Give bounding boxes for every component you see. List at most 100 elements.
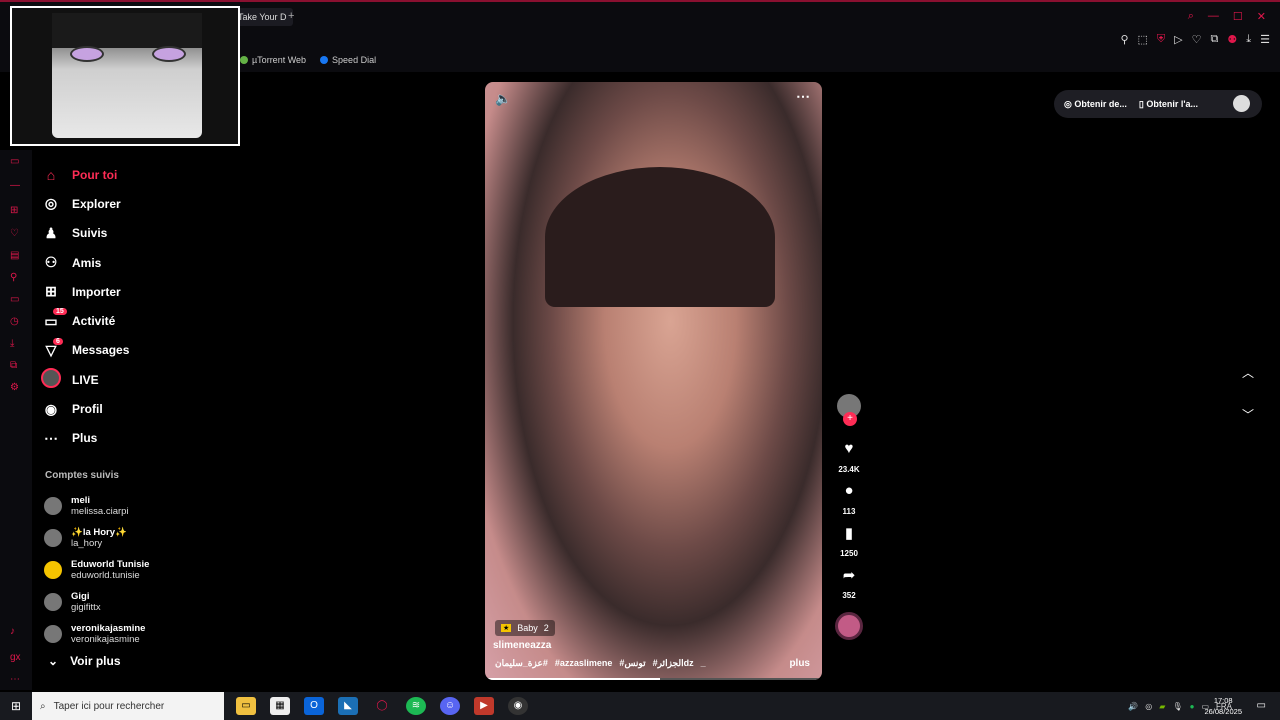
video-player[interactable]: 🔈 ⋯ ★ Baby 2 slimeneazza عزة_سليمان# #az…	[485, 82, 822, 680]
file-explorer-icon[interactable]: ▭	[236, 697, 256, 715]
nav-item-friends[interactable]: ⚇ Amis	[40, 248, 230, 277]
nav-item-more[interactable]: ⋯ Plus	[40, 424, 230, 453]
outlook-icon[interactable]: O	[304, 697, 324, 715]
download-icon[interactable]: ⤓	[10, 338, 14, 349]
obs-icon[interactable]: ◉	[508, 697, 528, 715]
pin-icon[interactable]: ⚲	[10, 272, 17, 283]
profile-icon: ◉	[44, 400, 58, 417]
account-user: melissa.ciarpi	[71, 506, 129, 517]
hashtag[interactable]: _	[701, 658, 706, 669]
save-action[interactable]: ▮ 1250	[832, 524, 866, 558]
hashtag[interactable]: #تونس	[619, 658, 645, 669]
like-action[interactable]: ♥ 23.4K	[832, 440, 866, 474]
calculator-icon[interactable]: ▦	[270, 697, 290, 715]
bookmark-speed-dial[interactable]: Speed Dial	[320, 55, 376, 65]
followed-account[interactable]: ✨la Hory✨ la_hory	[44, 522, 234, 554]
share-icon: ➦	[842, 567, 856, 584]
nav-item-upload[interactable]: ⊞ Importer	[40, 277, 230, 306]
see-more-button[interactable]: ⌄ Voir plus	[48, 654, 121, 668]
play-icon[interactable]: ▷	[1174, 33, 1182, 46]
avatar	[44, 561, 62, 579]
menu-icon[interactable]: ☰	[1260, 33, 1270, 46]
spotify-icon[interactable]: ≋	[406, 697, 426, 715]
news-icon[interactable]: ▤	[10, 250, 19, 261]
steam-icon[interactable]: ◎	[1145, 702, 1152, 711]
date: 26/08/2025	[1204, 707, 1242, 716]
more-options-icon[interactable]: ⋯	[796, 88, 810, 105]
action-bar: + ♥ 23.4K ● 113 ▮ 1250 ➦ 352	[832, 394, 866, 640]
notification-icon[interactable]: ▭	[1257, 700, 1266, 711]
account-name: Eduworld Tunisie	[71, 559, 150, 570]
vs-code-icon[interactable]: ◣	[338, 697, 358, 715]
grid-icon[interactable]: ⊞	[10, 205, 18, 216]
pin-icon[interactable]: ⚲	[1120, 33, 1128, 46]
music-tag[interactable]: ★ Baby 2	[495, 620, 555, 636]
clock[interactable]: 17:08 26/08/2025	[1204, 695, 1242, 717]
history-icon[interactable]: ◷	[10, 316, 19, 327]
volume-icon[interactable]: 🔈	[495, 91, 511, 107]
snapshot-icon[interactable]: ⬚	[1138, 33, 1148, 46]
windows-start-icon[interactable]: ⊞	[0, 699, 32, 713]
tiktok-icon[interactable]: ♪	[10, 626, 15, 637]
nav-item-activity[interactable]: ▭ 15 Activité	[40, 306, 230, 335]
comment-action[interactable]: ● 113	[832, 482, 866, 516]
search-icon[interactable]: ⌕	[1188, 10, 1194, 23]
mic-icon[interactable]: 🎙	[1172, 702, 1182, 711]
nav-item-following[interactable]: ♟ Suivis	[40, 219, 230, 248]
caption-more-button[interactable]: plus	[789, 658, 810, 669]
extensions-icon[interactable]: ⧉	[10, 360, 17, 371]
followed-account[interactable]: Eduworld Tunisie eduworld.tunisie	[44, 554, 234, 586]
opera-icon[interactable]: ◯	[372, 697, 392, 715]
get-app-button[interactable]: ▯ Obtenir l'a...	[1139, 99, 1198, 110]
new-tab-button[interactable]: +	[288, 10, 294, 22]
spotify-icon[interactable]: ●	[1190, 702, 1195, 711]
more-icon[interactable]: ⋯	[10, 674, 20, 685]
music-disc[interactable]	[835, 612, 863, 640]
heart-icon[interactable]: ♡	[10, 228, 19, 239]
minimize-button[interactable]: —	[1208, 10, 1219, 23]
browser-toolbar: ⚲ ⬚ ⛨ ▷ ♡ ⧉ ⚉ ⤓ ☰	[1120, 33, 1270, 46]
bookmark-utorrent[interactable]: µTorrent Web	[240, 55, 306, 65]
profile-icon[interactable]: ⚉	[1227, 33, 1237, 46]
dash-icon[interactable]: —	[10, 180, 20, 191]
chevron-up-icon[interactable]: ︿	[1242, 352, 1254, 394]
maximize-button[interactable]: ☐	[1233, 10, 1243, 23]
shield-icon[interactable]: ⛨	[1157, 33, 1165, 46]
nav-item-live[interactable]: LIVE	[40, 365, 230, 394]
nvidia-icon[interactable]: ▰	[1159, 702, 1165, 711]
nav-item-messages[interactable]: ▽ 6 Messages	[40, 336, 230, 365]
close-button[interactable]: ✕	[1257, 10, 1266, 23]
followed-account[interactable]: meli melissa.ciarpi	[44, 490, 234, 522]
progress-bar[interactable]	[485, 678, 822, 680]
followed-account[interactable]: Gigi gigifittx	[44, 586, 234, 618]
chevron-down-icon[interactable]: ﹀	[1242, 394, 1254, 436]
bookmark-label: µTorrent Web	[252, 55, 307, 65]
gx-icon[interactable]: gx	[10, 652, 21, 663]
creator-avatar[interactable]: +	[837, 394, 861, 426]
video-author[interactable]: slimeneazza	[493, 640, 551, 651]
heart-icon[interactable]: ♡	[1192, 33, 1202, 46]
nav-item-profile[interactable]: ◉ Profil	[40, 394, 230, 423]
share-action[interactable]: ➦ 352	[832, 566, 866, 600]
settings-icon[interactable]: ⚙	[10, 382, 19, 393]
browser-tab[interactable]: Take Your D	[232, 8, 293, 26]
follow-button[interactable]: +	[843, 412, 857, 426]
discord-icon[interactable]: ☺	[440, 697, 460, 715]
extensions-icon[interactable]: ⧉	[1211, 33, 1219, 46]
followed-account[interactable]: veronikajasmine veronikajasmine	[44, 618, 234, 650]
game-icon[interactable]: ▭	[10, 294, 19, 305]
hashtag[interactable]: #azzaslimene	[555, 658, 613, 669]
avatar[interactable]	[1233, 95, 1250, 112]
download-icon[interactable]: ⤓	[1246, 33, 1251, 46]
wallet-icon[interactable]: ▭	[10, 156, 19, 167]
get-coins-button[interactable]: ◎ Obtenir de...	[1064, 99, 1127, 110]
nav-item-explore[interactable]: ◎ Explorer	[40, 189, 230, 218]
video-editor-icon[interactable]: ▶	[474, 697, 494, 715]
hashtag[interactable]: #الجزائرdz	[653, 658, 694, 669]
nav-label: Amis	[72, 255, 102, 270]
audio-icon[interactable]: 🔊	[1128, 702, 1138, 711]
nav-item-for-you[interactable]: ⌂ Pour toi	[40, 160, 230, 189]
hashtag[interactable]: عزة_سليمان#	[495, 658, 548, 669]
taskbar-search[interactable]: ⌕ Taper ici pour rechercher	[32, 692, 224, 720]
account-user: eduworld.tunisie	[71, 570, 140, 581]
